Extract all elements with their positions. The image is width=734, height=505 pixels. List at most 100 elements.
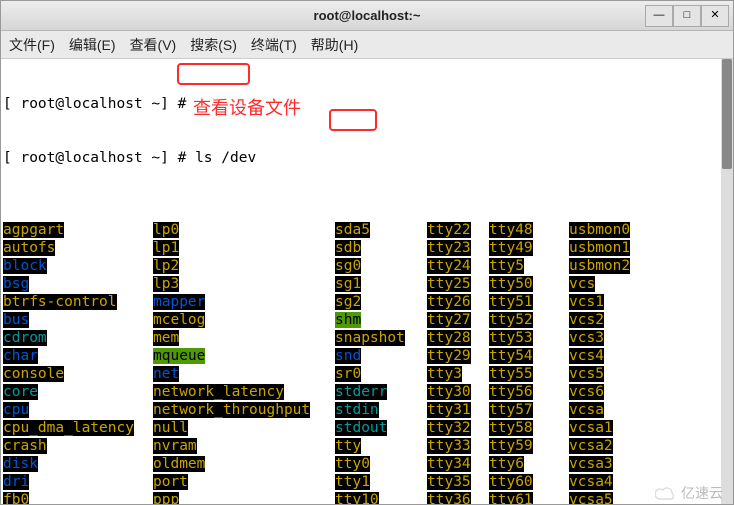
ls-entry: cpu_dma_latency	[3, 419, 153, 437]
watermark: 亿速云	[655, 484, 723, 502]
ls-entry: vcsa2	[569, 437, 729, 455]
ls-entry: tty29	[427, 347, 489, 365]
ls-column: agpgartautofsblockbsgbtrfs-controlbuscdr…	[3, 221, 153, 504]
ls-entry: tty27	[427, 311, 489, 329]
ls-entry: tty26	[427, 293, 489, 311]
command-text: ls /dev	[195, 150, 256, 166]
ls-entry: block	[3, 257, 153, 275]
ls-entry: stdin	[335, 401, 427, 419]
ls-entry: usbmon1	[569, 239, 729, 257]
ls-entry: snapshot	[335, 329, 427, 347]
ls-entry: tty48	[489, 221, 569, 239]
ls-entry: stdout	[335, 419, 427, 437]
ls-entry: mcelog	[153, 311, 335, 329]
ls-entry: tty61	[489, 491, 569, 504]
ls-entry: vcs1	[569, 293, 729, 311]
ls-entry: usbmon0	[569, 221, 729, 239]
ls-entry: sg1	[335, 275, 427, 293]
ls-entry: tty6	[489, 455, 569, 473]
ls-column: tty22tty23tty24tty25tty26tty27tty28tty29…	[427, 221, 489, 504]
ls-entry: vcs4	[569, 347, 729, 365]
ls-entry: tty56	[489, 383, 569, 401]
ls-entry: btrfs-control	[3, 293, 153, 311]
menu-file[interactable]: 文件(F)	[9, 35, 55, 55]
scrollbar-thumb[interactable]	[722, 59, 732, 169]
ls-entry: bsg	[3, 275, 153, 293]
terminal-area[interactable]: [ root@localhost ~] # [ root@localhost ~…	[1, 59, 733, 504]
ls-entry: vcsa3	[569, 455, 729, 473]
menu-edit[interactable]: 编辑(E)	[69, 35, 116, 55]
ls-entry: mqueue	[153, 347, 335, 365]
ls-entry: tty10	[335, 491, 427, 504]
ls-entry: vcs	[569, 275, 729, 293]
ls-column: usbmon0usbmon1usbmon2vcsvcs1vcs2vcs3vcs4…	[569, 221, 729, 504]
ls-entry: ppp	[153, 491, 335, 504]
ls-entry: sg0	[335, 257, 427, 275]
ls-entry: dri	[3, 473, 153, 491]
ls-entry: null	[153, 419, 335, 437]
ls-entry: tty0	[335, 455, 427, 473]
ls-entry: sg2	[335, 293, 427, 311]
ls-entry: lp3	[153, 275, 335, 293]
menu-view[interactable]: 查看(V)	[130, 35, 177, 55]
ls-entry: sdb	[335, 239, 427, 257]
ls-entry: vcs2	[569, 311, 729, 329]
titlebar: root@localhost:~ — □ ✕	[1, 1, 733, 31]
ls-entry: vcs3	[569, 329, 729, 347]
ls-entry: vcs6	[569, 383, 729, 401]
ls-entry: net	[153, 365, 335, 383]
maximize-button[interactable]: □	[673, 5, 701, 27]
ls-entry: usbmon2	[569, 257, 729, 275]
ls-entry: vcsa	[569, 401, 729, 419]
prompt-line: [ root@localhost ~] #	[3, 95, 733, 113]
menu-search[interactable]: 搜索(S)	[190, 35, 237, 55]
ls-entry: tty	[335, 437, 427, 455]
ls-entry: tty60	[489, 473, 569, 491]
ls-entry: tty32	[427, 419, 489, 437]
annotation-box-command	[177, 63, 250, 85]
ls-entry: tty58	[489, 419, 569, 437]
ls-entry: tty25	[427, 275, 489, 293]
close-button[interactable]: ✕	[701, 5, 729, 27]
ls-column: tty48tty49tty5tty50tty51tty52tty53tty54t…	[489, 221, 569, 504]
window-title: root@localhost:~	[1, 8, 733, 23]
ls-entry: tty28	[427, 329, 489, 347]
ls-entry: console	[3, 365, 153, 383]
ls-entry: cdrom	[3, 329, 153, 347]
ls-entry: tty33	[427, 437, 489, 455]
annotation-box-sdb	[329, 109, 377, 131]
ls-entry: core	[3, 383, 153, 401]
ls-entry: tty36	[427, 491, 489, 504]
ls-entry: bus	[3, 311, 153, 329]
ls-entry: tty51	[489, 293, 569, 311]
ls-entry: network_throughput	[153, 401, 335, 419]
ls-entry: sr0	[335, 365, 427, 383]
scrollbar[interactable]	[721, 59, 733, 504]
menu-help[interactable]: 帮助(H)	[311, 35, 358, 55]
menu-terminal[interactable]: 终端(T)	[251, 35, 297, 55]
ls-entry: lp2	[153, 257, 335, 275]
cloud-icon	[655, 485, 677, 501]
ls-entry: tty52	[489, 311, 569, 329]
ls-entry: tty34	[427, 455, 489, 473]
ls-entry: disk	[3, 455, 153, 473]
menubar: 文件(F) 编辑(E) 查看(V) 搜索(S) 终端(T) 帮助(H)	[1, 31, 733, 59]
ls-entry: tty24	[427, 257, 489, 275]
ls-entry: autofs	[3, 239, 153, 257]
ls-entry: nvram	[153, 437, 335, 455]
ls-entry: tty59	[489, 437, 569, 455]
minimize-button[interactable]: —	[645, 5, 673, 27]
ls-entry: tty1	[335, 473, 427, 491]
ls-entry: mapper	[153, 293, 335, 311]
ls-entry: snd	[335, 347, 427, 365]
ls-entry: tty50	[489, 275, 569, 293]
ls-entry: char	[3, 347, 153, 365]
ls-entry: tty22	[427, 221, 489, 239]
ls-entry: tty23	[427, 239, 489, 257]
ls-entry: tty57	[489, 401, 569, 419]
ls-entry: lp0	[153, 221, 335, 239]
ls-entry: lp1	[153, 239, 335, 257]
ls-entry: port	[153, 473, 335, 491]
ls-output: agpgartautofsblockbsgbtrfs-controlbuscdr…	[3, 221, 733, 504]
ls-entry: tty3	[427, 365, 489, 383]
